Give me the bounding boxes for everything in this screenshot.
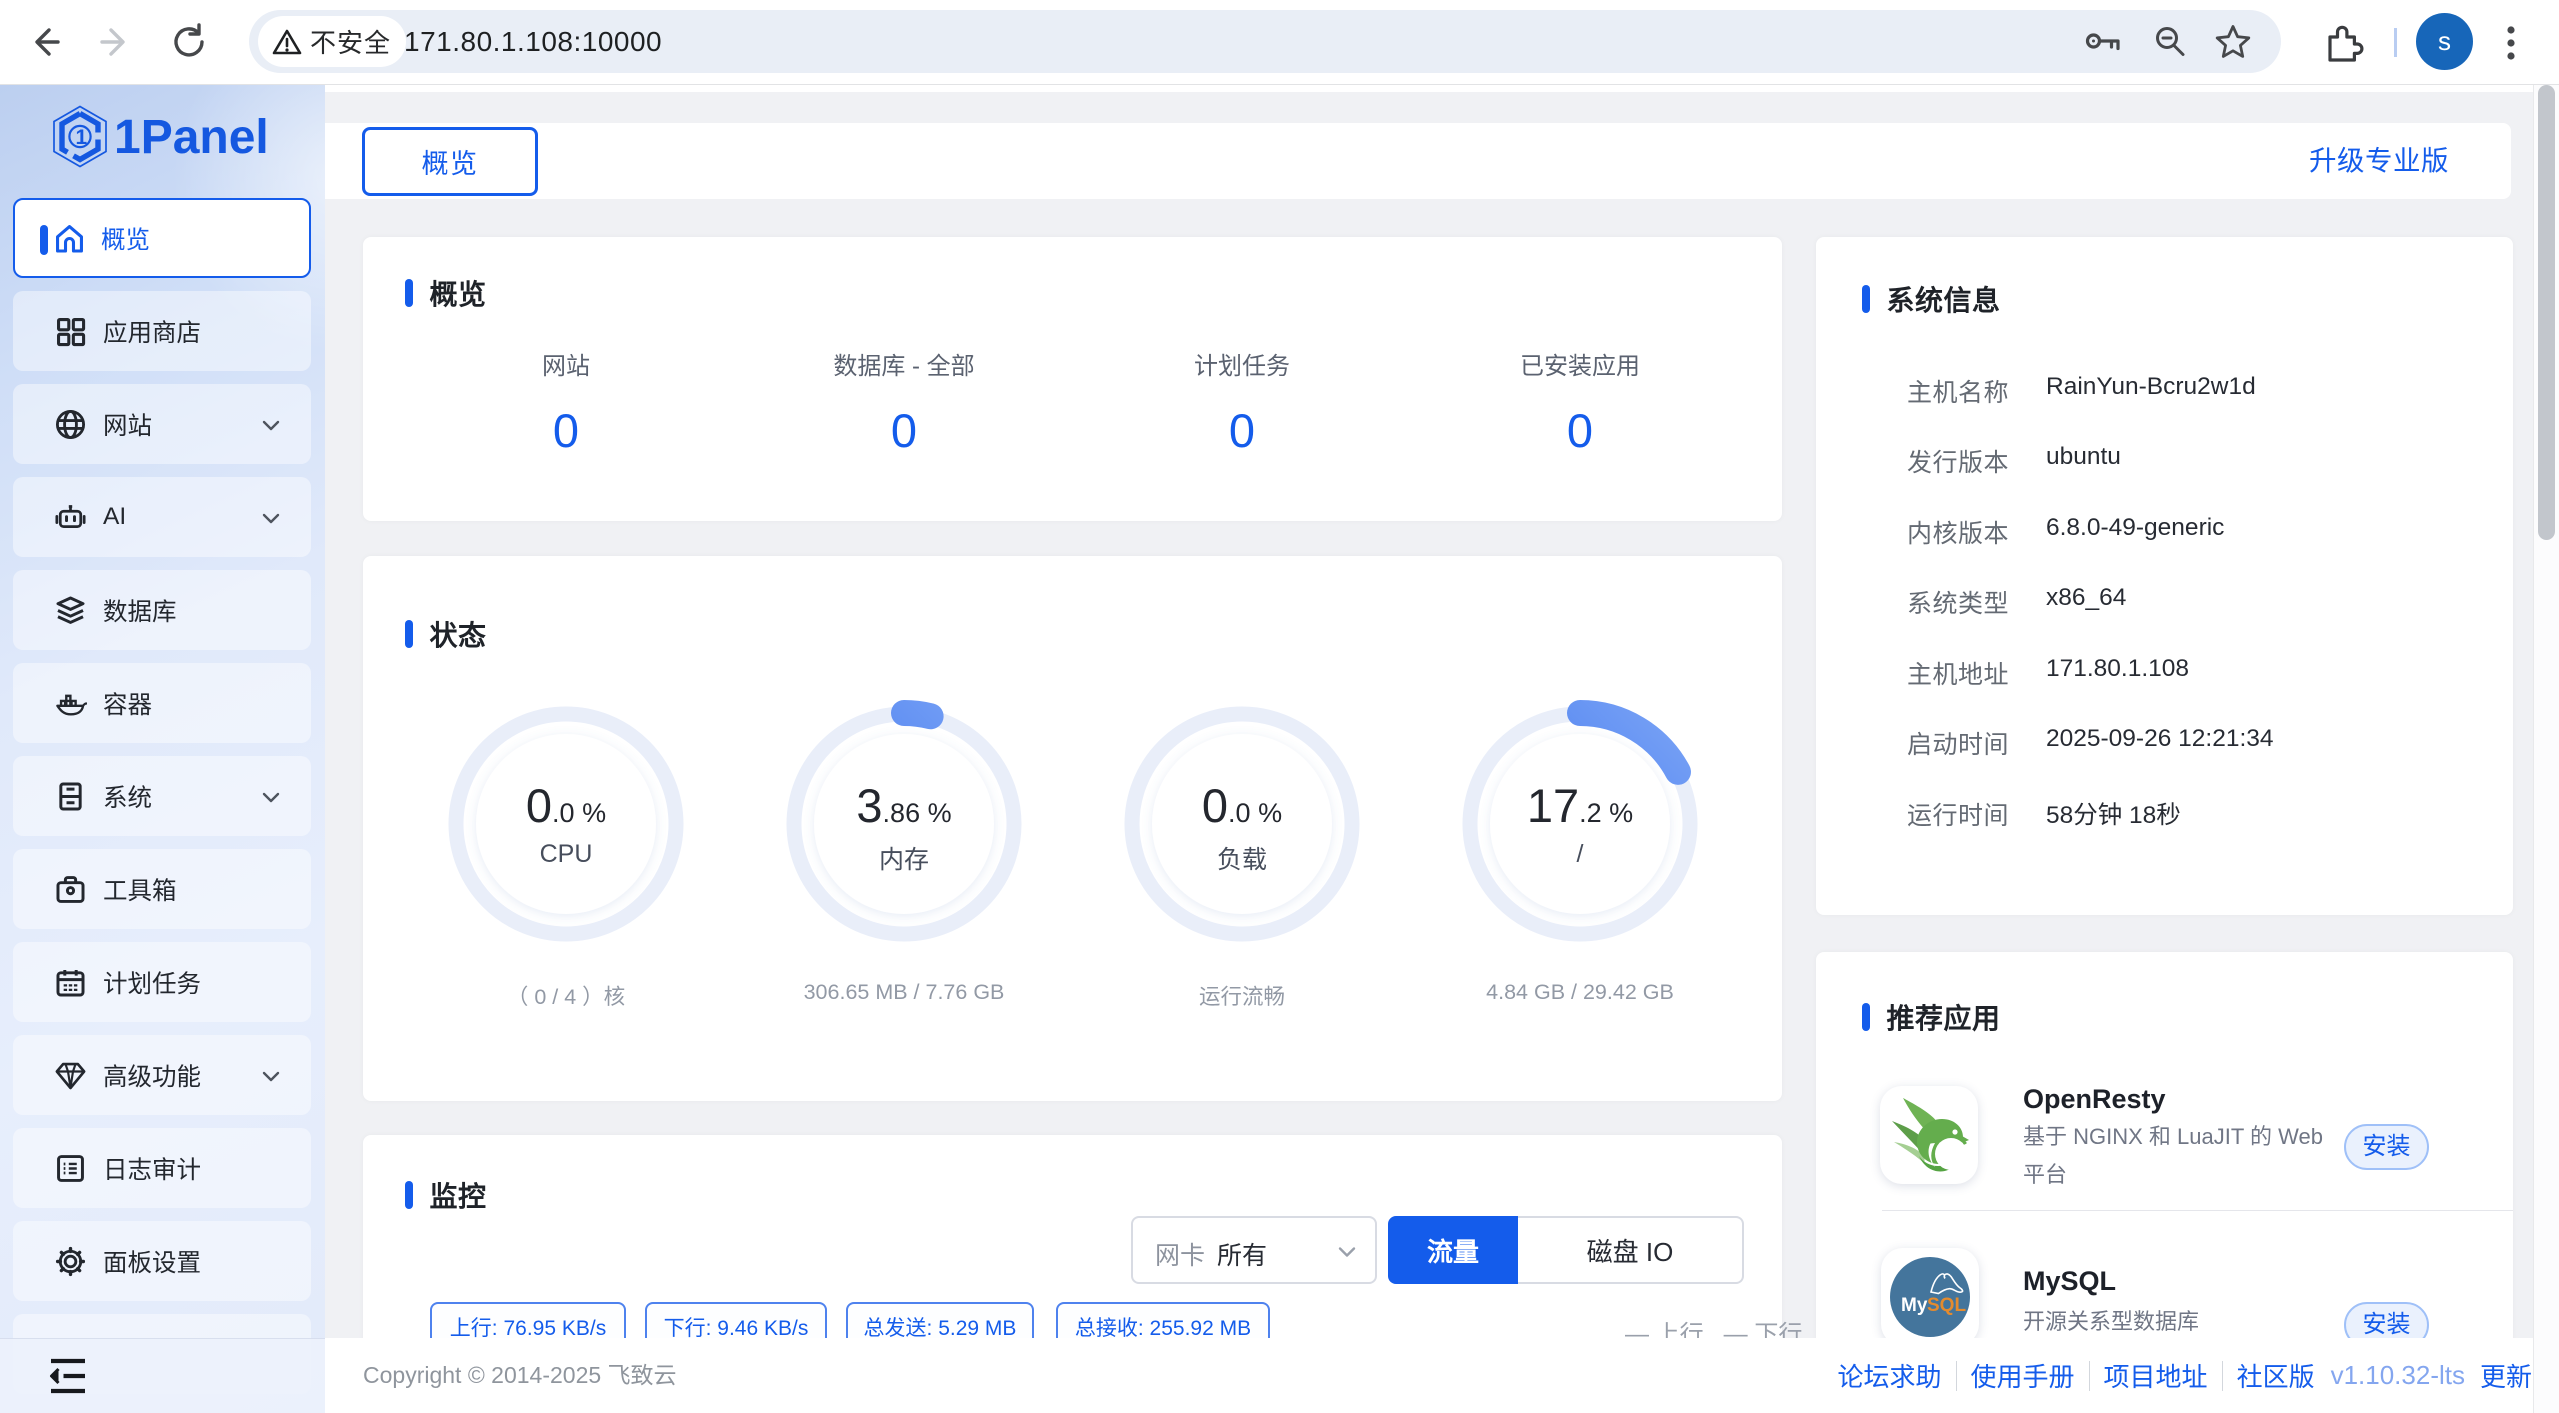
svg-text:1Panel: 1Panel (114, 111, 269, 164)
svg-text:SQL: SQL (1927, 1295, 1966, 1316)
svg-text:My: My (1901, 1295, 1928, 1316)
svg-text:1: 1 (76, 126, 88, 149)
